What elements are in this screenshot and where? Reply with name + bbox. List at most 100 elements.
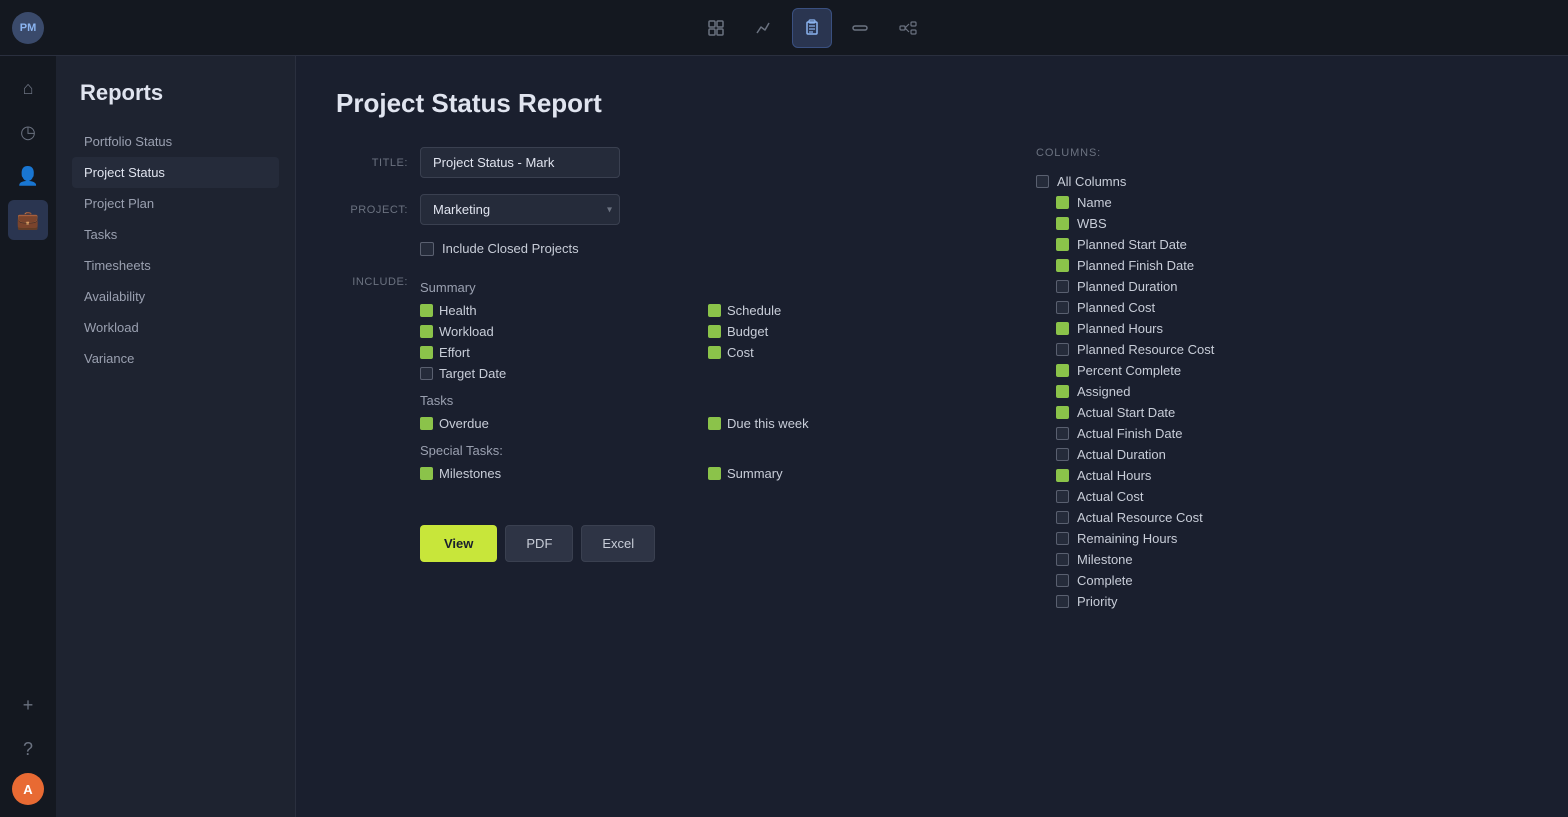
all-columns-label: All Columns [1057,174,1126,189]
pdf-button[interactable]: PDF [505,525,573,562]
col-milestone[interactable]: Milestone [1056,549,1332,570]
toolbar-clipboard[interactable] [792,8,832,48]
nav-add[interactable]: + [8,685,48,725]
col-all-columns[interactable]: All Columns [1036,171,1332,192]
col-actual-duration-label: Actual Duration [1077,447,1166,462]
milestones-label: Milestones [439,466,501,481]
logo-circle: PM [12,12,44,44]
nav-briefcase[interactable]: 💼 [8,200,48,240]
due-this-week-checkbox-icon [708,417,721,430]
sidebar-item-project-status[interactable]: Project Status [72,157,279,188]
toolbar-branch[interactable] [888,8,928,48]
col-actual-resource-cost-checkbox [1056,511,1069,524]
workload-checkbox-icon [420,325,433,338]
check-target-date[interactable]: Target Date [420,366,688,381]
col-name-checkbox [1056,196,1069,209]
main-layout: Reports Portfolio Status Project Status … [56,56,1568,817]
health-label: Health [439,303,477,318]
col-planned-hours[interactable]: Planned Hours [1056,318,1332,339]
col-milestone-label: Milestone [1077,552,1133,567]
include-label: INCLUDE: [336,272,408,288]
include-closed-label: Include Closed Projects [442,241,579,256]
app-logo[interactable]: PM [0,0,56,56]
title-input[interactable] [420,147,620,178]
col-actual-duration-checkbox [1056,448,1069,461]
col-actual-hours[interactable]: Actual Hours [1056,465,1332,486]
check-budget[interactable]: Budget [708,324,976,339]
check-effort[interactable]: Effort [420,345,688,360]
toolbar-chart[interactable] [744,8,784,48]
cost-label: Cost [727,345,754,360]
check-overdue[interactable]: Overdue [420,416,688,431]
col-actual-cost-checkbox [1056,490,1069,503]
sidebar-item-tasks[interactable]: Tasks [72,219,279,250]
col-actual-finish-checkbox [1056,427,1069,440]
col-priority[interactable]: Priority [1056,591,1332,612]
col-remaining-hours[interactable]: Remaining Hours [1056,528,1332,549]
nav-home[interactable]: ⌂ [8,68,48,108]
check-workload[interactable]: Workload [420,324,688,339]
check-schedule[interactable]: Schedule [708,303,976,318]
effort-label: Effort [439,345,470,360]
excel-button[interactable]: Excel [581,525,655,562]
col-planned-start-checkbox [1056,238,1069,251]
overdue-checkbox-icon [420,417,433,430]
col-percent-complete[interactable]: Percent Complete [1056,360,1332,381]
col-wbs[interactable]: WBS [1056,213,1332,234]
project-select[interactable]: Marketing Development Design Sales [420,194,620,225]
user-avatar[interactable]: A [12,773,44,805]
title-label: TITLE: [336,157,408,169]
col-actual-duration[interactable]: Actual Duration [1056,444,1332,465]
col-actual-start-label: Actual Start Date [1077,405,1175,420]
col-actual-resource-cost-label: Actual Resource Cost [1077,510,1203,525]
sidebar-item-availability[interactable]: Availability [72,281,279,312]
col-wbs-checkbox [1056,217,1069,230]
nav-users[interactable]: 👤 [8,156,48,196]
page-title: Project Status Report [336,88,1528,119]
col-actual-start[interactable]: Actual Start Date [1056,402,1332,423]
button-row: View PDF Excel [420,525,976,562]
nav-help[interactable]: ? [8,729,48,769]
col-actual-cost[interactable]: Actual Cost [1056,486,1332,507]
col-complete[interactable]: Complete [1056,570,1332,591]
health-checkbox-icon [420,304,433,317]
col-planned-resource-cost[interactable]: Planned Resource Cost [1056,339,1332,360]
col-planned-start-label: Planned Start Date [1077,237,1187,252]
toolbar-link[interactable] [840,8,880,48]
target-date-label: Target Date [439,366,506,381]
col-planned-cost[interactable]: Planned Cost [1056,297,1332,318]
sidebar-item-variance[interactable]: Variance [72,343,279,374]
check-summary[interactable]: Summary [708,466,976,481]
project-label: PROJECT: [336,204,408,216]
col-planned-duration-checkbox [1056,280,1069,293]
sidebar-item-timesheets[interactable]: Timesheets [72,250,279,281]
col-name[interactable]: Name [1056,192,1332,213]
view-button[interactable]: View [420,525,497,562]
col-assigned[interactable]: Assigned [1056,381,1332,402]
title-field-row: TITLE: [336,147,976,178]
col-planned-resource-cost-label: Planned Resource Cost [1077,342,1214,357]
check-milestones[interactable]: Milestones [420,466,688,481]
columns-scroll[interactable]: All Columns Name WBS Planned Start Date [1036,171,1336,612]
col-planned-start[interactable]: Planned Start Date [1056,234,1332,255]
sidebar-item-portfolio-status[interactable]: Portfolio Status [72,126,279,157]
col-actual-hours-label: Actual Hours [1077,468,1151,483]
icon-bar: PM ⌂ ◷ 👤 💼 + ? A [0,0,56,817]
col-planned-finish[interactable]: Planned Finish Date [1056,255,1332,276]
budget-checkbox-icon [708,325,721,338]
include-closed-checkbox[interactable] [420,242,434,256]
summary-checkbox-icon [708,467,721,480]
col-actual-resource-cost[interactable]: Actual Resource Cost [1056,507,1332,528]
sidebar-item-project-plan[interactable]: Project Plan [72,188,279,219]
check-cost[interactable]: Cost [708,345,976,360]
nav-clock[interactable]: ◷ [8,112,48,152]
sidebar-title: Reports [72,80,279,106]
check-due-this-week[interactable]: Due this week [708,416,976,431]
project-field-row: PROJECT: Marketing Development Design Sa… [336,194,976,225]
col-complete-checkbox [1056,574,1069,587]
sidebar-item-workload[interactable]: Workload [72,312,279,343]
col-planned-duration[interactable]: Planned Duration [1056,276,1332,297]
col-actual-finish[interactable]: Actual Finish Date [1056,423,1332,444]
check-health[interactable]: Health [420,303,688,318]
toolbar-search[interactable] [696,8,736,48]
